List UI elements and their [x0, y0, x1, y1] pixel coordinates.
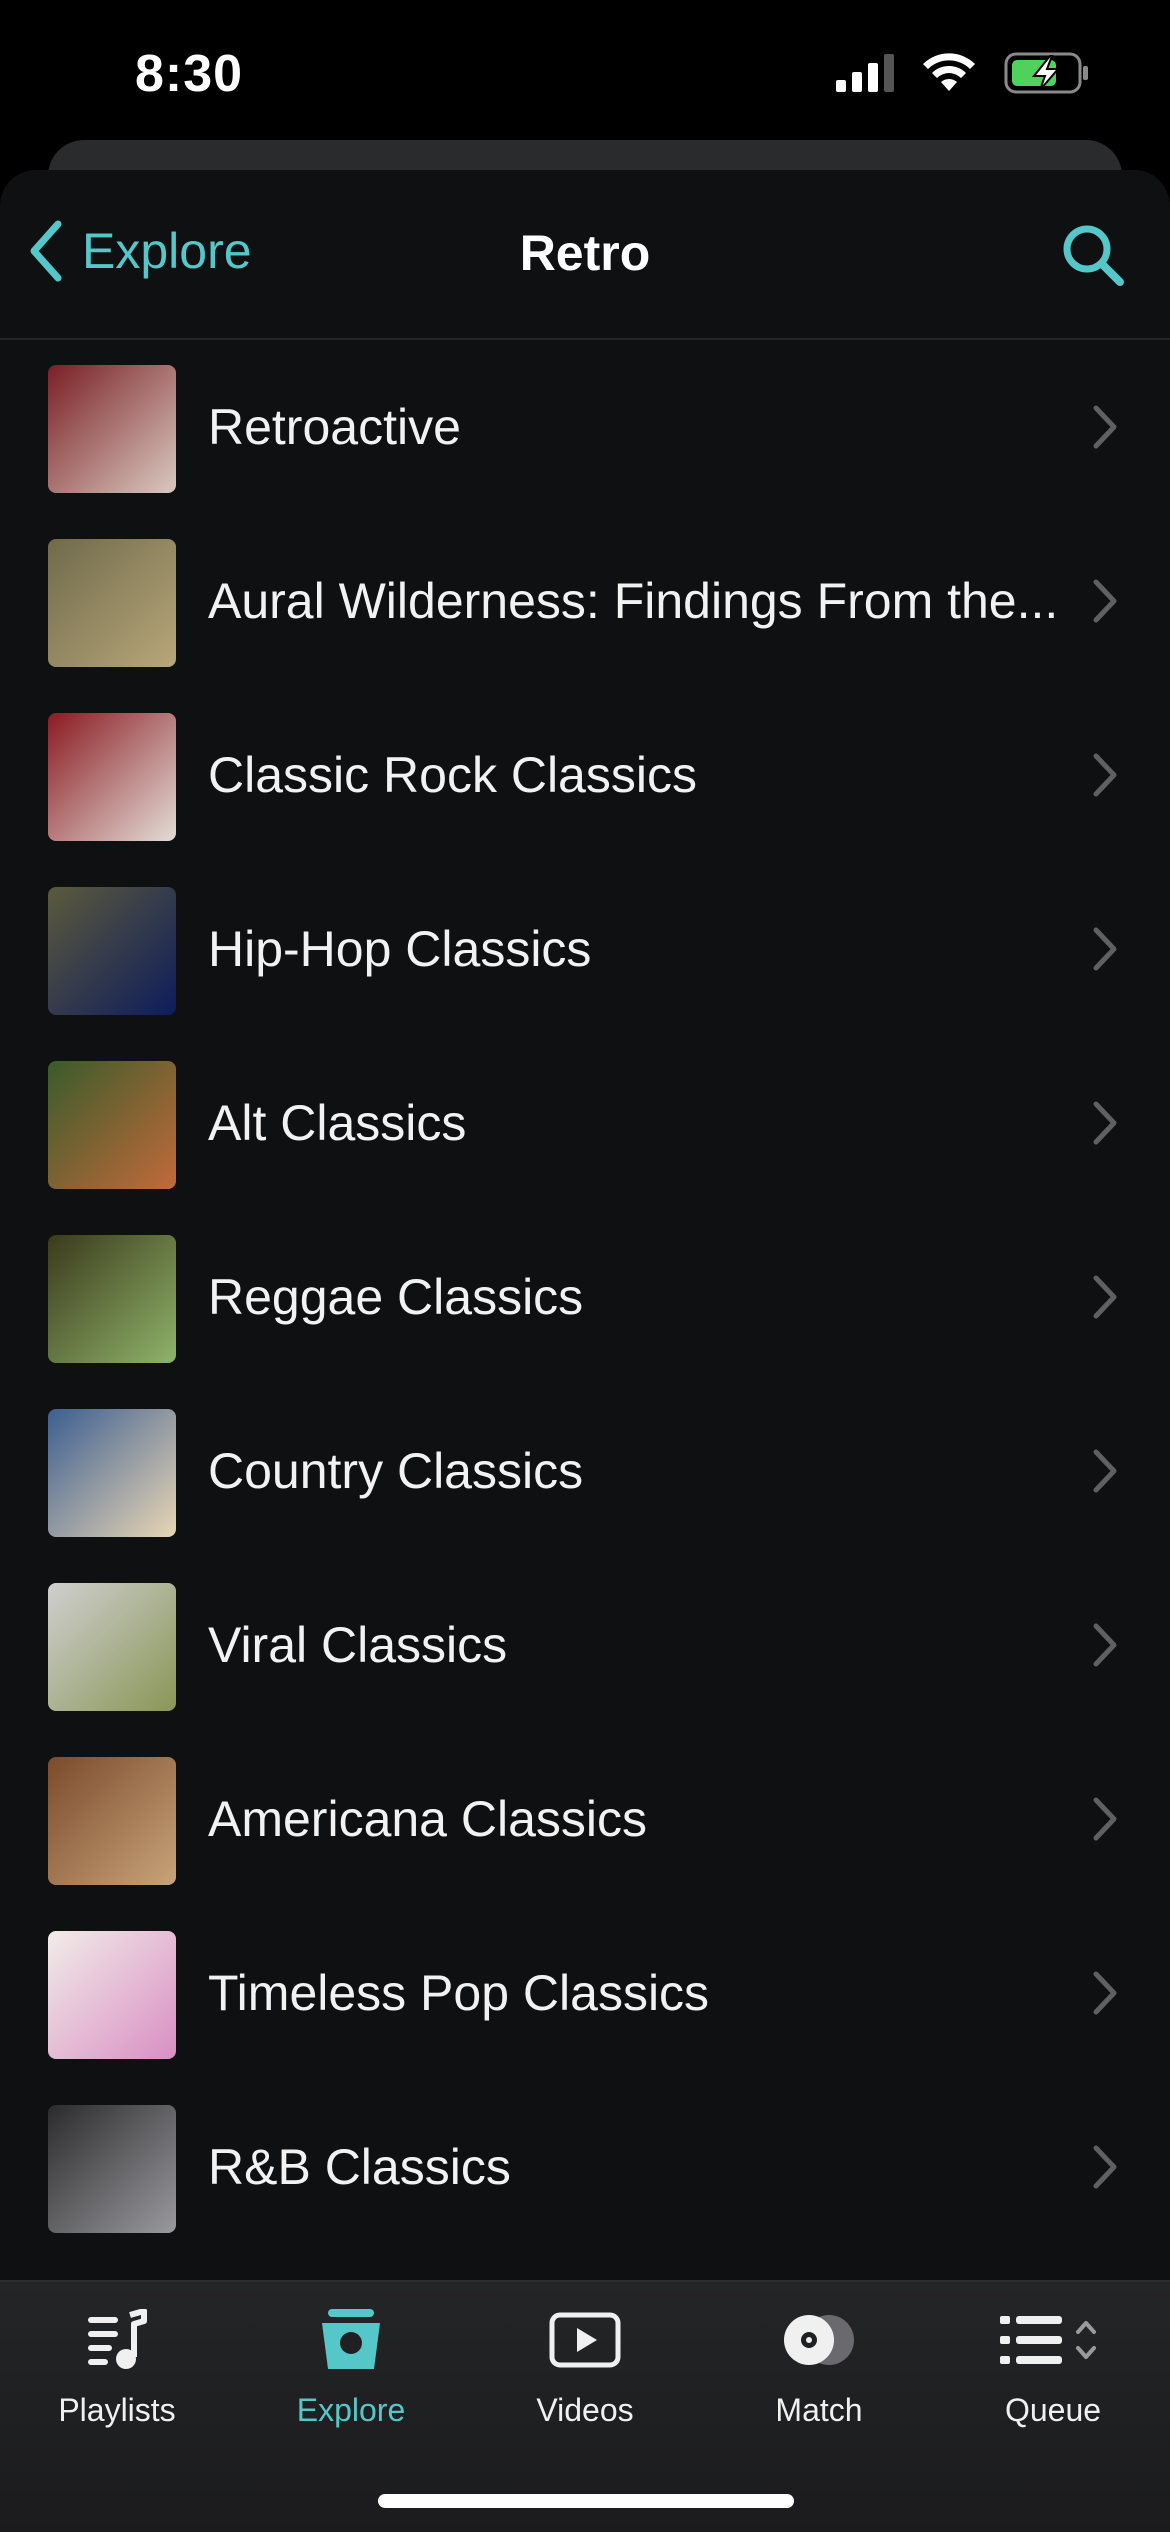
playlist-thumbnail	[48, 1409, 176, 1537]
queue-icon	[1000, 2316, 1096, 2364]
retro-sheet: Explore Retro Retroactive Aural Wildernes…	[0, 170, 1170, 2532]
wifi-icon	[923, 53, 975, 91]
playlist-thumbnail	[48, 1931, 176, 2059]
tab-bar: Playlists Explore Videos Match Queue	[0, 2280, 1170, 2532]
playlist-title: Viral Classics	[208, 1617, 508, 1673]
playlist-row[interactable]: Reggae Classics	[0, 1210, 1170, 1384]
chevron-right-icon	[1093, 579, 1117, 623]
tab-label: Explore	[296, 2392, 406, 2428]
tab-label: Videos	[536, 2392, 634, 2428]
playlist-thumbnail	[48, 365, 176, 493]
tab-label: Match	[775, 2392, 863, 2428]
tab-videos[interactable]: Videos	[468, 2300, 702, 2450]
status-icons	[836, 52, 1090, 94]
chevron-right-icon	[1093, 1971, 1117, 2015]
playlist-thumbnail	[48, 1235, 176, 1363]
chevron-right-icon	[1093, 1101, 1117, 1145]
playlist-thumbnail	[48, 1757, 176, 1885]
playlist-row[interactable]: Retroactive	[0, 340, 1170, 514]
status-bar: 8:30	[0, 0, 1170, 150]
search-button[interactable]	[1058, 220, 1128, 290]
status-time: 8:30	[135, 45, 244, 103]
chevron-right-icon	[1093, 927, 1117, 971]
chevron-right-icon	[1093, 1623, 1117, 1667]
video-icon	[549, 2312, 621, 2368]
playlist-title: Alt Classics	[208, 1095, 467, 1151]
playlist-row[interactable]: Country Classics	[0, 1384, 1170, 1558]
playlist-thumbnail	[48, 1061, 176, 1189]
chevron-right-icon	[1093, 2145, 1117, 2189]
playlist-thumbnail	[48, 713, 176, 841]
tab-match[interactable]: Match	[702, 2300, 936, 2450]
playlist-row[interactable]: R&B Classics	[0, 2080, 1170, 2254]
playlist-row[interactable]: Aural Wilderness: Findings From the...	[0, 514, 1170, 688]
playlist-thumbnail	[48, 1583, 176, 1711]
page-title: Retro	[519, 225, 651, 281]
chevron-right-icon	[1093, 1449, 1117, 1493]
chevron-right-icon	[1093, 753, 1117, 797]
chevron-right-icon	[1093, 1797, 1117, 1841]
playlist-title: Country Classics	[208, 1443, 584, 1499]
tab-label: Queue	[1004, 2392, 1102, 2428]
playlist-row[interactable]: Timeless Pop Classics	[0, 1906, 1170, 2080]
playlist-thumbnail	[48, 887, 176, 1015]
playlist-row[interactable]: Alt Classics	[0, 1036, 1170, 1210]
playlist-icon	[88, 2309, 147, 2369]
playlist-row[interactable]: Hip-Hop Classics	[0, 862, 1170, 1036]
playlist-title: Retroactive	[208, 399, 461, 455]
tab-playlists[interactable]: Playlists	[0, 2300, 234, 2450]
explore-icon	[322, 2309, 380, 2369]
playlist-row[interactable]: Classic Rock Classics	[0, 688, 1170, 862]
playlist-title: Timeless Pop Classics	[208, 1965, 710, 2021]
match-icon	[784, 2315, 854, 2365]
playlist-title: Hip-Hop Classics	[208, 921, 592, 977]
playlist-thumbnail	[48, 2105, 176, 2233]
chevron-right-icon	[1093, 405, 1117, 449]
playlist-list: Retroactive Aural Wilderness: Findings Fr…	[0, 340, 1170, 2254]
battery-charging-icon	[1004, 52, 1088, 94]
cellular-signal-icon	[836, 54, 894, 92]
app-screen: 8:30 Explore Retro Retroactive Aural Wil…	[0, 0, 1170, 2532]
home-indicator	[378, 2494, 794, 2508]
playlist-thumbnail	[48, 539, 176, 667]
playlist-row[interactable]: Americana Classics	[0, 1732, 1170, 1906]
tab-queue[interactable]: Queue	[936, 2300, 1170, 2450]
playlist-title: Classic Rock Classics	[208, 747, 697, 803]
tab-explore[interactable]: Explore	[234, 2300, 468, 2450]
playlist-title: R&B Classics	[208, 2139, 511, 2195]
navigation-bar: Explore Retro	[0, 170, 1170, 340]
tab-label: Playlists	[58, 2392, 176, 2428]
playlist-title: Aural Wilderness: Findings From the...	[208, 573, 1059, 629]
playlist-title: Americana Classics	[208, 1791, 648, 1847]
playlist-row[interactable]: Viral Classics	[0, 1558, 1170, 1732]
playlist-title: Reggae Classics	[208, 1269, 584, 1325]
search-icon	[1063, 225, 1124, 286]
chevron-right-icon	[1093, 1275, 1117, 1319]
